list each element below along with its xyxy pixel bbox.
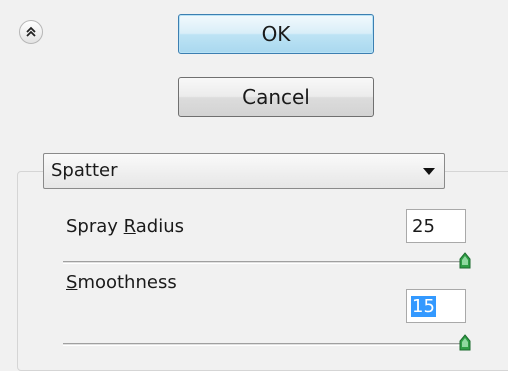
smoothness-slider-thumb[interactable]: [459, 334, 471, 351]
cancel-button[interactable]: Cancel: [178, 77, 374, 117]
filter-dropdown-value: Spatter: [51, 160, 118, 181]
smoothness-label: Smoothness: [66, 272, 177, 293]
spray-radius-slider[interactable]: [63, 261, 466, 264]
smoothness-input[interactable]: 15: [406, 289, 466, 323]
collapse-button[interactable]: [19, 20, 43, 44]
smoothness-slider[interactable]: [63, 343, 466, 346]
spray-radius-label: Spray Radius: [66, 216, 184, 237]
double-chevron-up-icon: [26, 26, 36, 37]
spray-radius-input[interactable]: 25: [406, 209, 466, 243]
chevron-down-icon: [423, 168, 435, 175]
smoothness-value: 15: [411, 296, 436, 317]
filter-dropdown[interactable]: Spatter: [43, 153, 445, 189]
ok-button[interactable]: OK: [178, 14, 374, 54]
smoothness-label-suffix: moothness: [77, 272, 177, 293]
spray-radius-mnemonic: R: [123, 216, 136, 237]
filter-options-group: [17, 171, 508, 371]
spray-radius-slider-thumb[interactable]: [459, 252, 471, 269]
smoothness-mnemonic: S: [66, 272, 78, 293]
spray-radius-value: 25: [412, 216, 435, 237]
spray-radius-label-suffix: adius: [135, 216, 185, 237]
spray-radius-label-prefix: Spray: [66, 216, 124, 237]
